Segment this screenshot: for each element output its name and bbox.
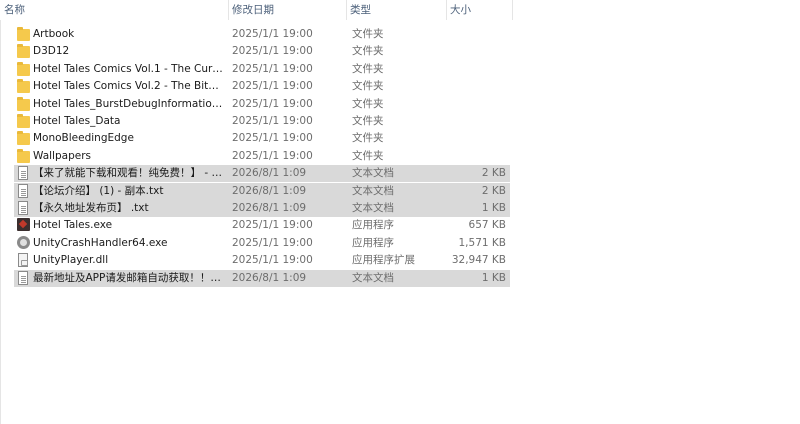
text-document-icon xyxy=(18,183,28,198)
file-size: 1 KB xyxy=(481,271,506,284)
file-modified-date: 2025/1/1 19:00 xyxy=(232,115,313,127)
file-modified-date: 2025/1/1 19:00 xyxy=(232,149,313,162)
file-name: UnityPlayer.dll xyxy=(33,254,109,267)
file-type: 应用程序 xyxy=(352,219,394,232)
unity-app-icon xyxy=(17,235,30,249)
file-modified-date: 2026/8/1 1:09 xyxy=(232,167,307,180)
file-name: Wallpapers xyxy=(33,149,91,162)
folder-icon xyxy=(17,44,30,59)
file-modified-date: 2025/1/1 19:00 xyxy=(232,219,313,232)
folder-icon xyxy=(17,27,30,41)
column-header-date[interactable]: 修改日期 xyxy=(228,0,346,20)
file-type: 文本文档 xyxy=(352,202,394,214)
file-row[interactable]: Hotel Tales.exe 2025/1/1 19:00 应用程序 657 KB xyxy=(14,217,510,234)
file-name: 【永久地址发布页】 .txt xyxy=(33,202,149,214)
text-document-icon xyxy=(18,270,28,285)
file-name: D3D12 xyxy=(33,45,70,58)
file-row[interactable]: Hotel Tales Comics Vol.2 - The Bite T...… xyxy=(14,78,510,95)
column-separator[interactable] xyxy=(512,0,513,20)
file-modified-date: 2026/8/1 1:09 xyxy=(232,184,307,197)
file-row[interactable]: UnityCrashHandler64.exe 2025/1/1 19:00 应用程… xyxy=(14,235,510,252)
file-name: 最新地址及APP请发邮箱自动获取！！！... xyxy=(33,271,223,284)
file-row[interactable]: UnityPlayer.dll 2025/1/1 19:00 应用程序扩展 32,94… xyxy=(14,252,510,269)
file-modified-date: 2025/1/1 19:00 xyxy=(232,97,313,110)
file-type: 文件夹 xyxy=(352,132,384,145)
text-document-icon xyxy=(18,166,28,181)
file-row[interactable]: Hotel Tales_BurstDebugInformation_... 202… xyxy=(14,96,510,113)
folder-icon xyxy=(17,114,30,128)
file-modified-date: 2025/1/1 19:00 xyxy=(232,28,313,40)
folder-icon xyxy=(17,61,30,76)
folder-icon xyxy=(17,96,30,111)
file-modified-date: 2025/1/1 19:00 xyxy=(232,132,313,145)
folder-icon xyxy=(17,79,30,94)
dll-file-icon xyxy=(18,253,28,268)
column-header-name[interactable]: 名称 xyxy=(0,0,228,20)
file-name: Hotel Tales Comics Vol.1 - The Curse... xyxy=(33,62,223,75)
file-name: Hotel Tales_Data xyxy=(33,115,121,127)
file-size: 2 KB xyxy=(481,184,506,197)
file-row[interactable]: Hotel Tales Comics Vol.1 - The Curse... 2… xyxy=(14,61,510,78)
file-modified-date: 2026/8/1 1:09 xyxy=(232,271,307,284)
file-type: 文件夹 xyxy=(352,149,384,162)
file-row[interactable]: Wallpapers 2025/1/1 19:00 文件夹 xyxy=(14,148,510,165)
file-name: 【论坛介绍】 (1) - 副本.txt xyxy=(33,184,164,197)
file-name: Hotel Tales Comics Vol.2 - The Bite T... xyxy=(33,80,223,93)
file-modified-date: 2025/1/1 19:00 xyxy=(232,254,313,267)
column-header-size[interactable]: 大小 xyxy=(446,0,512,20)
file-row[interactable]: Artbook 2025/1/1 19:00 文件夹 xyxy=(14,26,510,43)
file-row[interactable]: 【论坛介绍】 (1) - 副本.txt 2026/8/1 1:09 文本文档 2 KB xyxy=(14,182,510,200)
file-type: 文件夹 xyxy=(352,28,384,40)
file-name: Hotel Tales_BurstDebugInformation_... xyxy=(33,97,223,110)
file-modified-date: 2025/1/1 19:00 xyxy=(232,45,313,58)
file-row[interactable]: 【来了就能下载和观看！纯免费！】 - 副... 2026/8/1 1:09 文本文档… xyxy=(14,165,510,183)
text-document-icon xyxy=(18,201,28,215)
file-name: Hotel Tales.exe xyxy=(33,219,113,232)
file-name: MonoBleedingEdge xyxy=(33,132,134,145)
file-size: 2 KB xyxy=(481,167,506,180)
folder-icon xyxy=(17,131,30,146)
column-header-type[interactable]: 类型 xyxy=(346,0,446,20)
file-size: 657 KB xyxy=(468,219,506,232)
file-modified-date: 2025/1/1 19:00 xyxy=(232,62,313,75)
file-name: UnityCrashHandler64.exe xyxy=(33,236,168,249)
file-type: 文本文档 xyxy=(352,271,394,284)
folder-icon xyxy=(17,148,30,163)
file-type: 应用程序扩展 xyxy=(352,254,415,267)
file-type: 应用程序 xyxy=(352,236,394,249)
file-name: Artbook xyxy=(33,28,75,40)
column-header-bar: 名称 修改日期 类型 大小 xyxy=(0,0,520,20)
file-row[interactable]: 最新地址及APP请发邮箱自动获取！！！... 2026/8/1 1:09 文本文档 1… xyxy=(14,269,510,287)
file-type: 文本文档 xyxy=(352,167,394,180)
file-row[interactable]: MonoBleedingEdge 2025/1/1 19:00 文件夹 xyxy=(14,130,510,147)
file-type: 文件夹 xyxy=(352,45,384,58)
file-type: 文本文档 xyxy=(352,184,394,197)
window-left-border xyxy=(0,0,1,424)
file-size: 1,571 KB xyxy=(458,236,507,249)
file-type: 文件夹 xyxy=(352,115,384,127)
file-row[interactable]: Hotel Tales_Data 2025/1/1 19:00 文件夹 xyxy=(14,113,510,130)
file-type: 文件夹 xyxy=(352,62,384,75)
file-row[interactable]: D3D12 2025/1/1 19:00 文件夹 xyxy=(14,43,510,60)
file-size: 32,947 KB xyxy=(451,254,506,267)
file-size: 1 KB xyxy=(481,202,506,214)
file-modified-date: 2026/8/1 1:09 xyxy=(232,202,307,214)
hotel-tales-app-icon xyxy=(17,218,30,232)
file-row[interactable]: 【永久地址发布页】 .txt 2026/8/1 1:09 文本文档 1 KB xyxy=(14,200,510,217)
file-modified-date: 2025/1/1 19:00 xyxy=(232,80,313,93)
file-name: 【来了就能下载和观看！纯免费！】 - 副... xyxy=(33,167,223,180)
file-type: 文件夹 xyxy=(352,97,384,110)
file-modified-date: 2025/1/1 19:00 xyxy=(232,236,313,249)
file-type: 文件夹 xyxy=(352,80,384,93)
